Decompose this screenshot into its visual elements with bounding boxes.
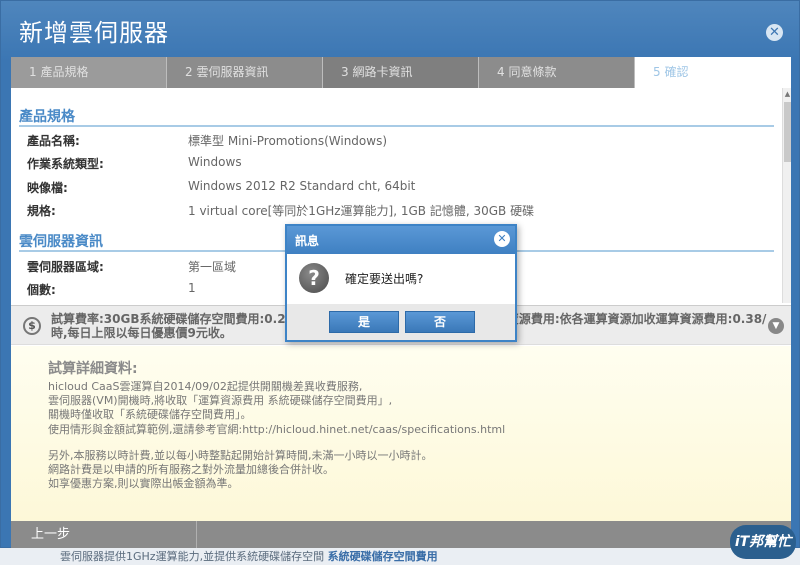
dialog-message: 確定要送出嗎? [345,272,424,286]
background-page-text: 雲伺服器提供1GHz運算能力,並提供系統硬碟儲存空間 系統硬碟儲存空間費用 [0,548,800,565]
scroll-up-icon[interactable]: ▲ [783,90,792,98]
back-button[interactable]: 上一步 [11,521,197,549]
step-terms[interactable]: 4 同意條款 [479,57,635,88]
dialog-footer: 是 否 [287,304,515,340]
scrollbar-thumb[interactable] [784,102,791,162]
server-section-title: 雲伺服器資訊 [19,234,103,250]
estimate-details: 試算詳細資料: hicloud CaaS雲運算自2014/09/02起提供開關機… [11,346,791,521]
section-divider [19,125,774,127]
window-title: 新增雲伺服器 [19,19,169,47]
dialog-title: 訊息 [295,234,320,248]
step-confirm[interactable]: 5 確認 [635,57,791,88]
no-button[interactable]: 否 [405,311,475,333]
server-region-label: 雲伺服器區域: [27,260,104,274]
background-text: 雲伺服器提供1GHz運算能力,並提供系統硬碟儲存空間 [60,550,325,563]
count-value: 1 [188,281,196,295]
step-nic-info[interactable]: 3 網路卡資訊 [323,57,479,88]
confirm-dialog: 訊息 ✕ ? 確定要送出嗎? 是 否 [285,224,517,342]
image-value: Windows 2012 R2 Standard cht, 64bit [188,179,416,193]
server-region-value: 第一區域 [188,260,237,274]
dollar-icon: $ [23,317,41,335]
chevron-down-icon[interactable]: ▼ [768,318,784,334]
question-icon: ? [299,263,329,293]
details-line: 關機時僅收取「系統硬碟儲存空間費用」。 [48,408,252,421]
yes-button[interactable]: 是 [329,311,399,333]
step-tabs: 1 產品規格 2 雲伺服器資訊 3 網路卡資訊 4 同意條款 5 確認 [11,57,791,88]
ithome-logo: iT邦幫忙 [730,525,796,559]
dialog-header: 訊息 ✕ [287,226,515,254]
product-name-value: 標準型 Mini-Promotions(Windows) [188,134,388,148]
step-server-info[interactable]: 2 雲伺服器資訊 [167,57,323,88]
dialog-close-icon[interactable]: ✕ [494,231,510,247]
product-name-label: 產品名稱: [27,134,80,148]
step-product-spec[interactable]: 1 產品規格 [11,57,167,88]
details-title: 試算詳細資料: [48,361,138,377]
os-type-value: Windows [188,155,242,169]
spec-label: 規格: [27,204,56,218]
background-link[interactable]: 系統硬碟儲存空間費用 [328,550,438,563]
details-line: 使用情形與金額試算範例,還請參考官網:http://hicloud.hinet.… [48,423,506,436]
scrollbar[interactable]: ▲ [782,88,791,303]
details-line: 如享優惠方案,則以實際出帳金額為準。 [48,477,239,490]
spec-value: 1 virtual core[等同於1GHz運算能力], 1GB 記憶體, 30… [188,204,535,218]
wizard-footer: 上一步 [11,521,791,549]
image-label: 映像檔: [27,181,68,195]
window-close-icon[interactable]: ✕ [766,24,783,41]
product-section-title: 產品規格 [19,109,75,125]
count-label: 個數: [27,283,56,297]
os-type-label: 作業系統類型: [27,157,104,171]
